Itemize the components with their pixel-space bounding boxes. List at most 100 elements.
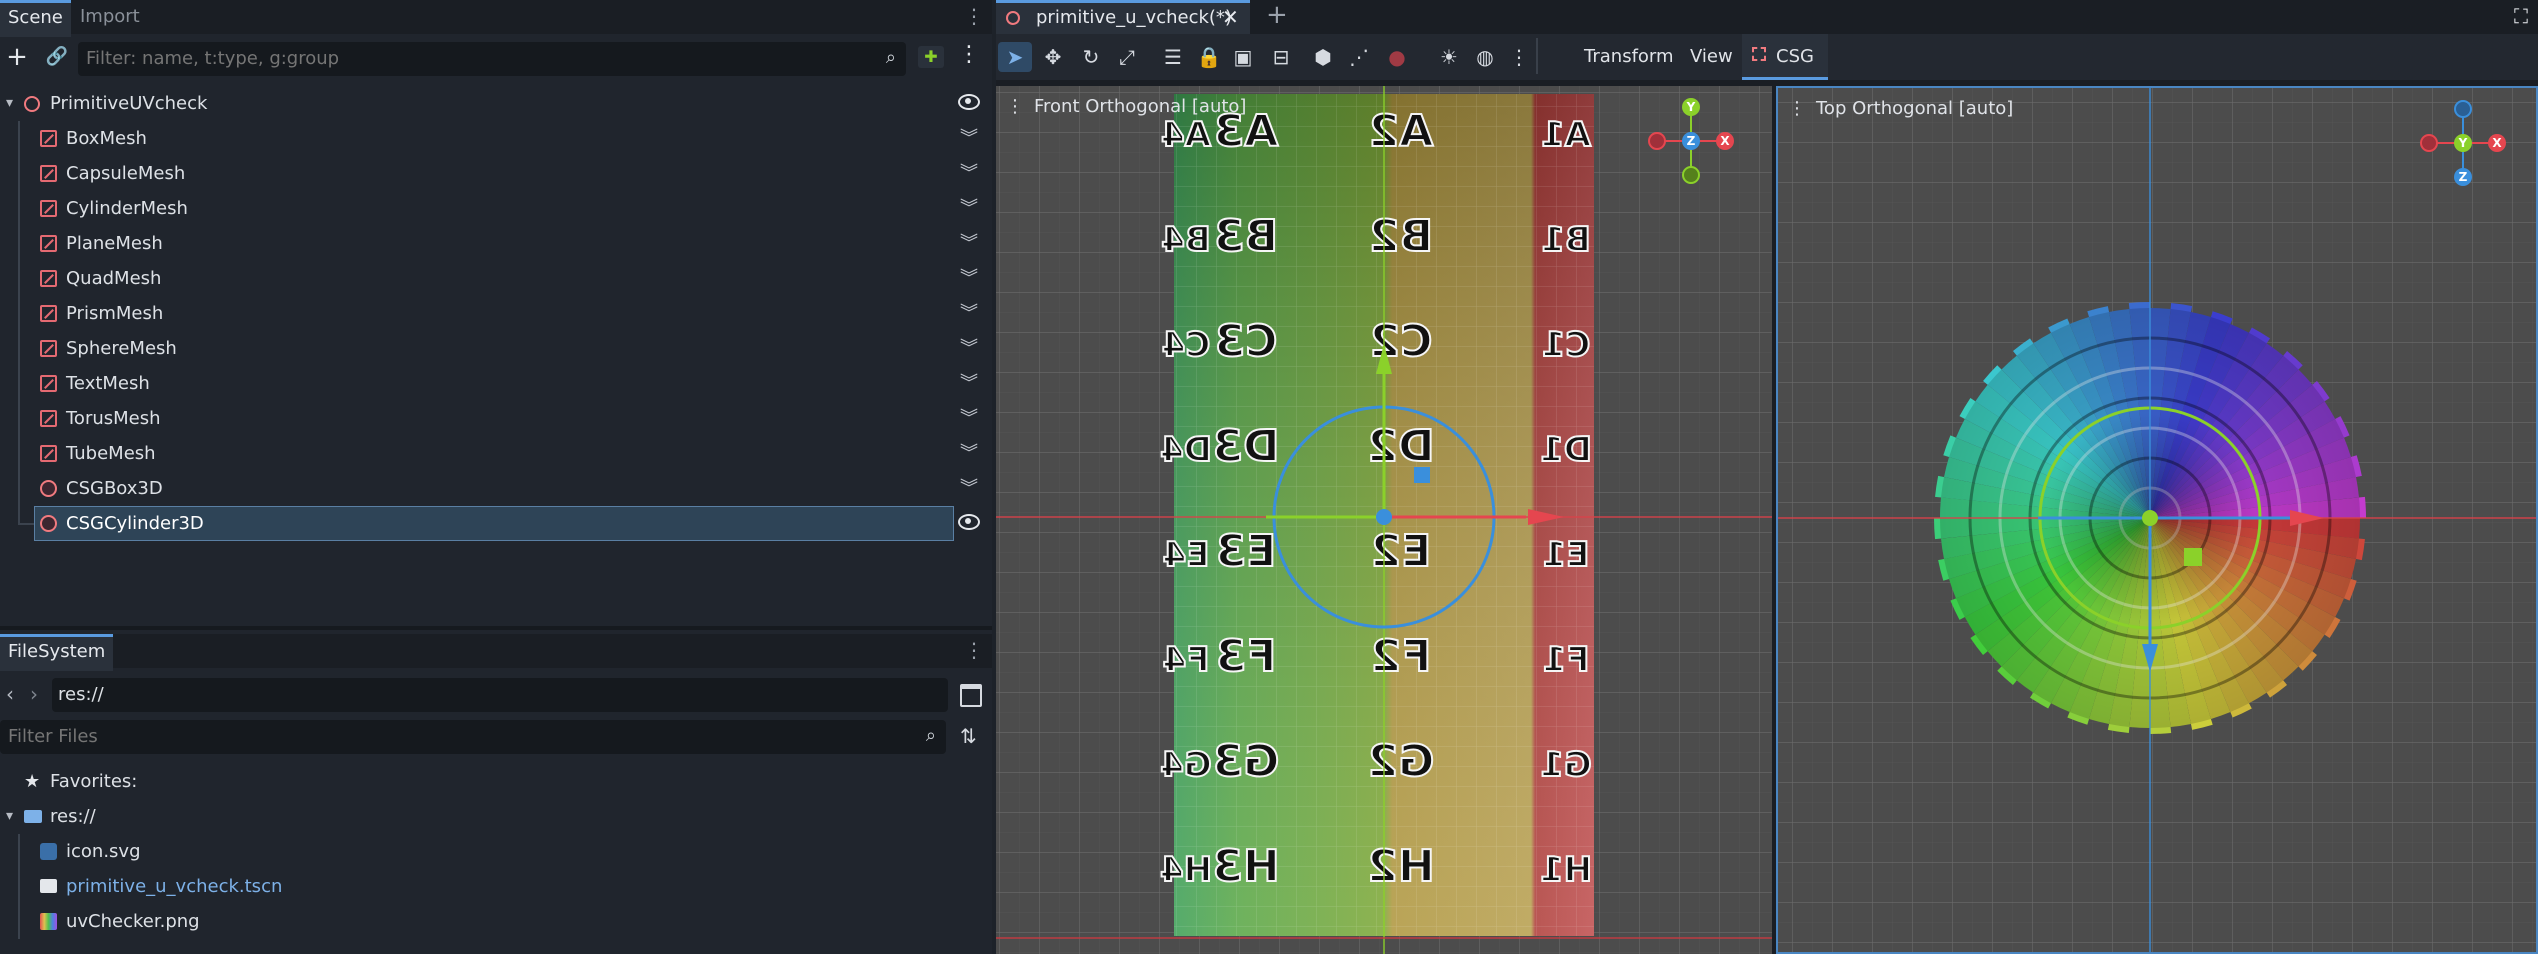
axis-z-dot[interactable]: Z xyxy=(2454,168,2472,186)
tree-item-cylindermesh[interactable]: CylinderMesh ︾ xyxy=(0,191,990,226)
scene-tab-active[interactable]: primitive_u_vcheck(*) ✕ xyxy=(996,0,1250,34)
collapse-arrow-icon[interactable]: ▾ xyxy=(6,86,13,121)
csg-menu[interactable]: CSG xyxy=(1742,34,1828,80)
tree-item-csgbox3d[interactable]: CSGBox3D ︾ xyxy=(0,471,990,506)
collapse-arrow-icon[interactable]: ▾ xyxy=(6,799,13,834)
file-item-icon-svg[interactable]: icon.svg xyxy=(0,834,990,869)
scene-menu-icon[interactable]: ⋮ xyxy=(956,44,982,66)
favorites-label: Favorites: xyxy=(50,771,138,792)
tree-item-torusmesh[interactable]: TorusMesh ︾ xyxy=(0,401,990,436)
viewport-menu-icon[interactable]: ⋮ xyxy=(1788,98,1806,119)
tab-filesystem[interactable]: FileSystem xyxy=(0,634,114,671)
ruler-icon[interactable]: ⊟ xyxy=(1264,42,1298,72)
back-arrow-icon[interactable]: ‹ xyxy=(6,682,14,706)
split-view-icon[interactable] xyxy=(960,684,982,707)
chevron-down-icon[interactable]: ︾ xyxy=(960,296,978,331)
chevron-down-icon[interactable]: ︾ xyxy=(960,471,978,506)
top-viewport[interactable]: ⋮ Top Orthogonal [auto] X Y Z xyxy=(1776,86,2538,954)
favorites-item[interactable]: ★ Favorites: xyxy=(0,764,990,799)
tab-scene[interactable]: Scene xyxy=(0,0,71,37)
tree-item-primitiveuvcheck[interactable]: ▾ PrimitiveUVcheck xyxy=(0,86,990,121)
tree-item-spheremesh[interactable]: SphereMesh ︾ xyxy=(0,331,990,366)
top-viewport-menu[interactable]: ⋮ Top Orthogonal [auto] xyxy=(1788,98,2013,119)
select-mode-icon[interactable]: ➤ xyxy=(998,42,1032,72)
chevron-down-icon[interactable]: ︾ xyxy=(960,261,978,296)
tree-item-planemesh[interactable]: PlaneMesh ︾ xyxy=(0,226,990,261)
axis-neg-y-dot[interactable] xyxy=(1682,166,1700,184)
scale-mode-icon[interactable]: ⤢ xyxy=(1110,42,1144,72)
tree-item-boxmesh[interactable]: BoxMesh ︾ xyxy=(0,121,990,156)
visibility-eye-icon[interactable] xyxy=(958,94,980,110)
move-mode-icon[interactable]: ✥ xyxy=(1036,42,1070,72)
viewport-menu-icon[interactable]: ⋮ xyxy=(1006,96,1024,117)
rotate-mode-icon[interactable]: ↻ xyxy=(1074,42,1108,72)
instance-link-icon[interactable]: 🔗 xyxy=(44,48,70,66)
local-space-icon[interactable]: ⬢ xyxy=(1306,42,1340,72)
axis-neg-z-dot[interactable] xyxy=(2454,100,2472,118)
sun-icon[interactable]: ☀ xyxy=(1432,42,1466,72)
dock-menu-icon[interactable]: ⋮ xyxy=(964,638,984,662)
scene-filter-input[interactable] xyxy=(84,42,848,74)
filter-files-input[interactable] xyxy=(6,720,890,752)
scene-filter-field[interactable]: ⌕ xyxy=(78,42,906,76)
group-icon[interactable]: ▣ xyxy=(1226,42,1260,72)
axis-x-dot[interactable]: X xyxy=(1716,132,1734,150)
attach-script-icon[interactable]: ✚ xyxy=(918,46,944,68)
chevron-down-icon[interactable]: ︾ xyxy=(960,331,978,366)
axis-x-dot[interactable]: X xyxy=(2488,134,2506,152)
close-icon[interactable]: ✕ xyxy=(1222,5,1239,29)
dock-splitter[interactable] xyxy=(0,626,992,630)
lock-icon[interactable]: 🔒 xyxy=(1192,42,1226,72)
meshinstance-icon xyxy=(40,305,57,322)
chevron-down-icon[interactable]: ︾ xyxy=(960,436,978,471)
file-item-uvchecker-png[interactable]: uvChecker.png xyxy=(0,904,990,939)
axis-y-dot[interactable]: Y xyxy=(2454,134,2472,152)
tree-item-quadmesh[interactable]: QuadMesh ︾ xyxy=(0,261,990,296)
filter-files-field[interactable]: ⌕ xyxy=(0,720,946,754)
tab-import[interactable]: Import xyxy=(72,0,148,34)
chevron-down-icon[interactable]: ︾ xyxy=(960,401,978,436)
axis-z-dot[interactable]: Z xyxy=(1682,132,1700,150)
add-node-icon[interactable]: + xyxy=(4,44,30,70)
top-view-gizmo[interactable]: X Y Z xyxy=(2418,98,2508,188)
tree-item-label: SphereMesh xyxy=(66,338,177,359)
visibility-eye-icon[interactable] xyxy=(958,514,980,530)
axis-y-dot[interactable]: Y xyxy=(1682,98,1700,116)
chevron-down-icon[interactable]: ︾ xyxy=(960,226,978,261)
tree-item-label: TubeMesh xyxy=(66,443,156,464)
new-tab-icon[interactable]: + xyxy=(1266,0,1288,30)
meshinstance-icon xyxy=(40,410,57,427)
uv-cell-label: C2 xyxy=(1370,316,1433,367)
left-dock: Scene Import ⋮ + 🔗 ⌕ ✚ ⋮ ▾ PrimitiveUVch… xyxy=(0,0,992,954)
axis-neg-x-dot[interactable] xyxy=(2420,134,2438,152)
front-viewport[interactable]: A4 A3 A2 A1 B4 B3 B2 B1 C4 C3 C2 C1 D4 D3 D2 D1 E4 E3 E2 E1… xyxy=(996,86,1772,954)
view-menu[interactable]: View xyxy=(1690,46,1733,67)
tree-item-tubemesh[interactable]: TubeMesh ︾ xyxy=(0,436,990,471)
sort-icon[interactable]: ⇅ xyxy=(960,724,977,748)
front-viewport-menu[interactable]: ⋮ Front Orthogonal [auto] xyxy=(1006,96,1246,117)
front-view-gizmo[interactable]: Y X Z xyxy=(1646,96,1736,186)
forward-arrow-icon[interactable]: › xyxy=(30,682,38,706)
transform-menu[interactable]: Transform xyxy=(1584,46,1674,67)
chevron-down-icon[interactable]: ︾ xyxy=(960,191,978,226)
snap-icon[interactable]: ⋰ xyxy=(1342,42,1376,72)
chevron-down-icon[interactable]: ︾ xyxy=(960,121,978,156)
res-folder-label: res:// xyxy=(50,806,96,827)
camera-preview-icon[interactable]: ● xyxy=(1380,42,1414,72)
tree-item-textmesh[interactable]: TextMesh ︾ xyxy=(0,366,990,401)
file-label: primitive_u_vcheck.tscn xyxy=(66,876,283,897)
axis-neg-x-dot[interactable] xyxy=(1648,132,1666,150)
distraction-free-icon[interactable]: ⛶ xyxy=(2514,4,2528,28)
dock-menu-icon[interactable]: ⋮ xyxy=(964,4,984,28)
chevron-down-icon[interactable]: ︾ xyxy=(960,156,978,191)
path-field[interactable]: res:// xyxy=(52,678,948,712)
environment-icon[interactable]: ◍ xyxy=(1468,42,1502,72)
file-item-primitive-u-vcheck-tscn[interactable]: primitive_u_vcheck.tscn xyxy=(0,869,990,904)
list-select-icon[interactable]: ☰ xyxy=(1156,42,1190,72)
tree-item-capsulemesh[interactable]: CapsuleMesh ︾ xyxy=(0,156,990,191)
tree-item-prismmesh[interactable]: PrismMesh ︾ xyxy=(0,296,990,331)
tree-item-csgcylinder3d[interactable]: CSGCylinder3D xyxy=(0,506,990,541)
more-options-icon[interactable]: ⋮ xyxy=(1502,42,1536,72)
chevron-down-icon[interactable]: ︾ xyxy=(960,366,978,401)
res-folder-item[interactable]: ▾ res:// xyxy=(0,799,990,834)
